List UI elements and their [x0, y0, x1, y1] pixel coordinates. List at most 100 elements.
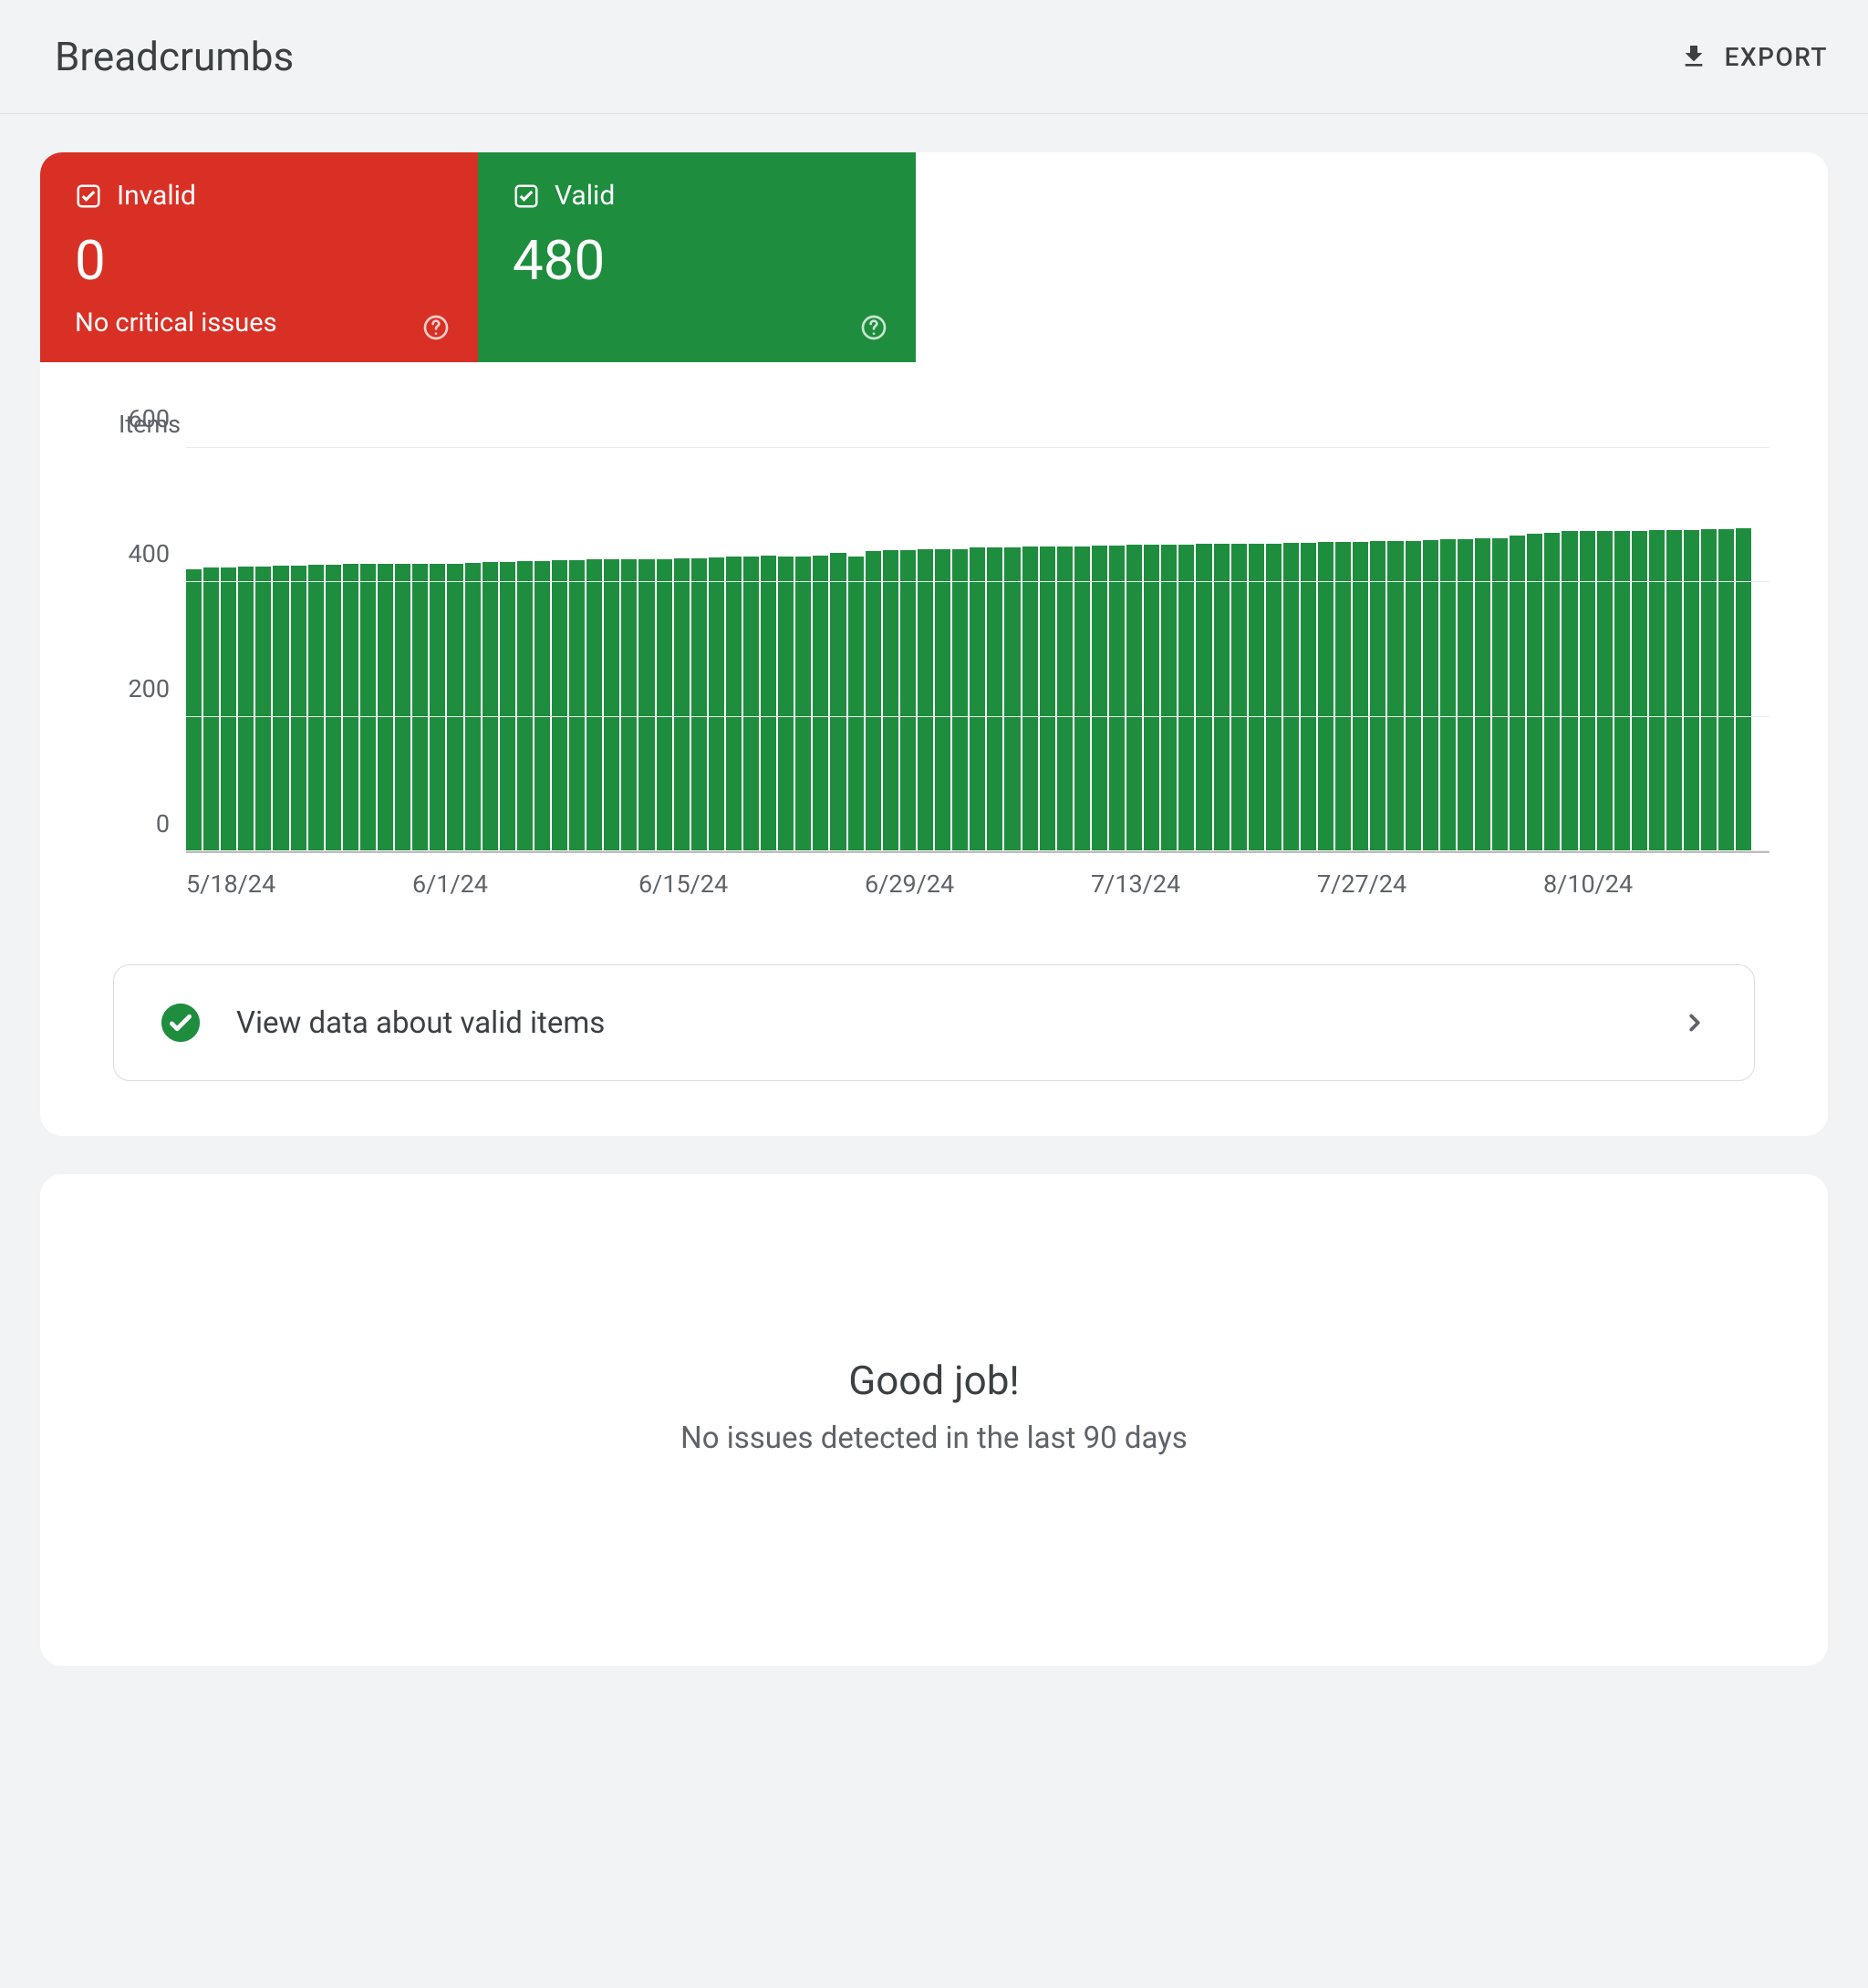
chart-gridline [186, 447, 1769, 448]
view-valid-items-button[interactable]: View data about valid items [113, 964, 1755, 1081]
chart-bar [447, 564, 462, 851]
chart-bar [691, 558, 707, 851]
chevron-right-icon [1681, 1009, 1708, 1036]
no-issues-card: Good job! No issues detected in the last… [40, 1174, 1828, 1666]
status-tiles: Invalid 0 No critical issues Valid 480 [40, 152, 1828, 362]
chart-bar [1266, 544, 1282, 851]
chart-bar [395, 564, 410, 851]
chart-bar [1370, 541, 1385, 851]
chart-bar [1492, 538, 1508, 851]
chart-bar [203, 567, 219, 851]
chart-bar [848, 557, 864, 851]
chart-bar [1440, 539, 1456, 851]
chart-xtick: 7/13/24 [1091, 869, 1317, 899]
chart-bar [657, 559, 672, 851]
chart-bar [360, 564, 376, 851]
chart-bar [343, 564, 358, 851]
help-icon[interactable] [859, 313, 888, 342]
tile-invalid-subtitle: No critical issues [75, 307, 443, 338]
chart-bar [412, 564, 428, 851]
chart-bar [552, 560, 567, 851]
chart-bar [795, 557, 811, 851]
chart-bar [569, 560, 585, 851]
tile-invalid-label: Invalid [117, 180, 196, 212]
chart-bar [952, 549, 968, 852]
chart-bar [1214, 544, 1230, 851]
chart-xtick: 5/18/24 [186, 869, 412, 899]
chart-bar [918, 549, 933, 852]
chart-bar [430, 564, 445, 851]
items-chart: Items 0200400600 5/18/246/1/246/15/246/2… [40, 362, 1828, 921]
no-issues-subtitle: No issues detected in the last 90 days [77, 1421, 1791, 1456]
chart-bar [743, 557, 759, 851]
chart-bar [238, 567, 254, 851]
chart-bar [883, 550, 898, 851]
chart-bar [813, 556, 828, 851]
chart-bar [1004, 547, 1020, 851]
chart-xtick: 6/29/24 [865, 869, 1091, 899]
chart-bar [1335, 542, 1351, 851]
chart-bar [1718, 529, 1734, 851]
chart-plot [186, 448, 1769, 853]
chart-yaxis: 0200400600 [122, 448, 186, 853]
tile-valid-count: 480 [513, 228, 881, 293]
chart-bar [1161, 545, 1177, 851]
chart-bar [1475, 538, 1490, 851]
chart-bar [621, 559, 637, 851]
chart-gridline [186, 581, 1769, 582]
chart-bar [935, 549, 950, 852]
help-icon[interactable] [421, 313, 451, 342]
chart-bar [1353, 542, 1368, 851]
chart-bar [1144, 545, 1159, 851]
chart-gridline [186, 716, 1769, 717]
chart-xtick: 7/27/24 [1317, 869, 1543, 899]
chart-bar [517, 561, 533, 851]
chart-bar [255, 567, 271, 851]
chart-bar [1022, 546, 1038, 851]
chart-bar [987, 547, 1002, 851]
chart-gridline [186, 850, 1769, 851]
check-circle-icon [160, 1002, 202, 1044]
chart-bar [778, 557, 794, 851]
chart-xtick: 6/1/24 [412, 869, 638, 899]
chart-xtick: 6/15/24 [638, 869, 865, 899]
chart-bar [1458, 539, 1473, 851]
chart-bar [586, 559, 602, 851]
chart-bar [186, 569, 202, 851]
chart-ytick: 0 [156, 809, 170, 838]
chart-bar [1614, 531, 1630, 851]
chart-bar [1510, 536, 1525, 851]
tile-invalid-count: 0 [75, 228, 443, 293]
tile-invalid[interactable]: Invalid 0 No critical issues [40, 152, 478, 362]
chart-ylabel: Items [119, 410, 1769, 439]
chart-bar [1301, 543, 1316, 851]
chart-bar [970, 547, 985, 851]
chart-bar [465, 563, 481, 851]
chart-bar [1126, 545, 1142, 851]
download-icon [1679, 42, 1708, 71]
tile-valid[interactable]: Valid 480 [478, 152, 916, 362]
chart-bar [273, 566, 288, 851]
chart-bar [1283, 543, 1299, 851]
chart-bar [1387, 541, 1403, 851]
chart-bar [534, 561, 550, 851]
chart-bar [1562, 531, 1577, 851]
chart-bar [500, 562, 515, 851]
chart-bar [866, 551, 881, 851]
chart-bar [1632, 531, 1647, 851]
export-button[interactable]: EXPORT [1679, 42, 1828, 72]
chart-bar [1736, 528, 1751, 851]
chart-bar [761, 556, 776, 851]
chart-bar [1231, 544, 1247, 851]
view-valid-items-label: View data about valid items [236, 1005, 1646, 1041]
checkbox-checked-icon [75, 182, 102, 210]
chart-bar [378, 564, 393, 851]
chart-bar [221, 567, 236, 851]
chart-bar [1580, 531, 1595, 851]
chart-bar [1040, 546, 1055, 851]
chart-bar [638, 559, 654, 851]
chart-bar [326, 565, 341, 851]
export-label: EXPORT [1725, 42, 1828, 72]
overview-card: Invalid 0 No critical issues Valid 480 I… [40, 152, 1828, 1136]
chart-bar [1544, 533, 1560, 851]
